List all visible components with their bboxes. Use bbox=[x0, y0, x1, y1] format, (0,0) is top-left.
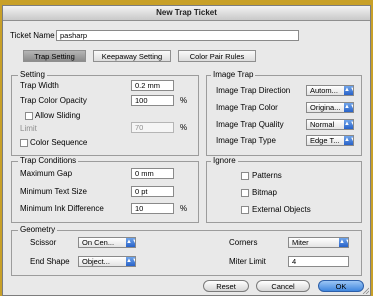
minimum-ink-difference-label: Minimum Ink Difference bbox=[20, 204, 104, 213]
cancel-button[interactable]: Cancel bbox=[256, 280, 310, 292]
image-trap-type-label: Image Trap Type bbox=[216, 136, 276, 145]
color-sequence-label: Color Sequence bbox=[30, 138, 88, 147]
maximum-gap-input[interactable]: 0 mm bbox=[131, 168, 174, 179]
trap-color-opacity-input[interactable]: 100 bbox=[131, 95, 174, 106]
ticket-name-input[interactable]: pasharp bbox=[56, 30, 299, 41]
scissor-value: On Cen... bbox=[82, 238, 115, 247]
corners-label: Corners bbox=[229, 238, 258, 247]
ok-button[interactable]: OK bbox=[318, 280, 364, 292]
ticket-name-label: Ticket Name bbox=[10, 31, 55, 40]
setting-group-title: Setting bbox=[18, 70, 47, 80]
ignore-group-title: Ignore bbox=[211, 156, 238, 166]
chevron-updown-icon: ▲▼ bbox=[126, 257, 135, 266]
end-shape-value: Object... bbox=[82, 257, 110, 266]
image-trap-type-select[interactable]: Edge T... ▲▼ bbox=[306, 135, 354, 146]
external-objects-checkbox[interactable] bbox=[241, 206, 249, 214]
trap-width-input[interactable]: 0.2 mm bbox=[131, 80, 174, 91]
tab-color-pair-rules[interactable]: Color Pair Rules bbox=[178, 50, 256, 62]
limit-unit: % bbox=[180, 123, 188, 132]
dialog-title: New Trap Ticket bbox=[3, 6, 370, 21]
image-trap-type-value: Edge T... bbox=[310, 136, 340, 145]
scissor-select[interactable]: On Cen... ▲▼ bbox=[78, 237, 136, 248]
image-trap-quality-label: Image Trap Quality bbox=[216, 120, 284, 129]
image-trap-color-label: Image Trap Color bbox=[216, 103, 278, 112]
image-trap-group-title: Image Trap bbox=[211, 70, 256, 80]
corners-select[interactable]: Miter ▲▼ bbox=[288, 237, 349, 248]
image-trap-direction-label: Image Trap Direction bbox=[216, 86, 291, 95]
new-trap-ticket-dialog: New Trap Ticket Ticket Name pasharp Trap… bbox=[2, 5, 371, 296]
color-sequence-checkbox[interactable] bbox=[20, 139, 28, 147]
trap-width-label: Trap Width bbox=[20, 81, 59, 90]
reset-button[interactable]: Reset bbox=[203, 280, 249, 292]
tab-keepaway-setting[interactable]: Keepaway Setting bbox=[93, 50, 171, 62]
end-shape-select[interactable]: Object... ▲▼ bbox=[78, 256, 136, 267]
resize-grip-icon[interactable] bbox=[361, 286, 369, 294]
allow-sliding-label: Allow Sliding bbox=[35, 111, 81, 120]
image-trap-color-value: Origina... bbox=[310, 103, 341, 112]
minimum-ink-difference-input[interactable]: 10 bbox=[131, 203, 174, 214]
corners-value: Miter bbox=[292, 238, 309, 247]
patterns-checkbox[interactable] bbox=[241, 172, 249, 180]
limit-label: Limit bbox=[20, 124, 37, 133]
chevron-updown-icon: ▲▼ bbox=[344, 136, 353, 145]
opacity-unit: % bbox=[180, 96, 188, 105]
limit-input[interactable]: 70 bbox=[131, 122, 174, 133]
miter-limit-label: Miter Limit bbox=[229, 257, 266, 266]
chevron-updown-icon: ▲▼ bbox=[126, 238, 135, 247]
tab-trap-setting[interactable]: Trap Setting bbox=[23, 50, 86, 62]
external-objects-label: External Objects bbox=[252, 205, 311, 214]
minimum-text-size-label: Minimum Text Size bbox=[20, 187, 87, 196]
miter-limit-input[interactable]: 4 bbox=[288, 256, 349, 267]
trap-color-opacity-label: Trap Color Opacity bbox=[20, 96, 87, 105]
chevron-updown-icon: ▲▼ bbox=[339, 238, 348, 247]
image-trap-color-select[interactable]: Origina...▲▼ bbox=[306, 102, 354, 113]
minimum-text-size-input[interactable]: 0 pt bbox=[131, 186, 174, 197]
end-shape-label: End Shape bbox=[30, 257, 70, 266]
chevron-updown-icon: ▲▼ bbox=[344, 86, 353, 95]
trap-conditions-group-title: Trap Conditions bbox=[18, 156, 79, 166]
chevron-updown-icon: ▲▼ bbox=[344, 120, 353, 129]
image-trap-direction-select[interactable]: Autom... ▲▼ bbox=[306, 85, 354, 96]
geometry-group-title: Geometry bbox=[18, 225, 58, 235]
bitmap-checkbox[interactable] bbox=[241, 189, 249, 197]
image-trap-quality-select[interactable]: Normal ▲▼ bbox=[306, 119, 354, 130]
bitmap-label: Bitmap bbox=[252, 188, 277, 197]
chevron-updown-icon: ▲▼ bbox=[344, 103, 353, 112]
image-trap-direction-value: Autom... bbox=[310, 86, 338, 95]
ink-difference-unit: % bbox=[180, 204, 188, 213]
allow-sliding-checkbox[interactable] bbox=[25, 112, 33, 120]
maximum-gap-label: Maximum Gap bbox=[20, 169, 73, 178]
scissor-label: Scissor bbox=[30, 238, 57, 247]
patterns-label: Patterns bbox=[252, 171, 282, 180]
image-trap-quality-value: Normal bbox=[310, 120, 335, 129]
